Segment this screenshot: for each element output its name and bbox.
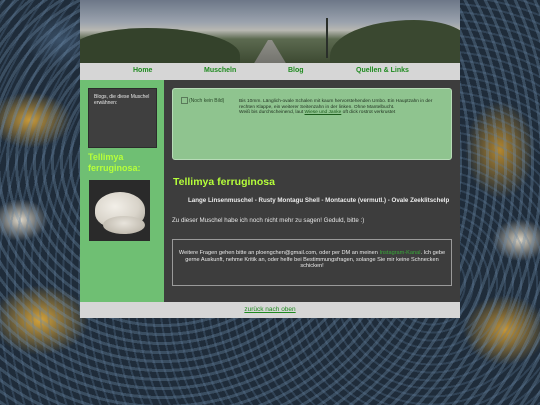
footer: zurück nach oben xyxy=(80,302,460,318)
banner-road xyxy=(250,40,290,63)
back-to-top-link[interactable]: zurück nach oben xyxy=(80,306,460,313)
banner-hill-right xyxy=(330,20,460,63)
broken-image-icon xyxy=(181,97,188,104)
nav-link-muscheln[interactable]: Muscheln xyxy=(204,67,236,74)
color-text-suffix: oft dick rostrot verkrustet xyxy=(341,110,396,116)
sidebar-species-title: Tellimya ferruginosa: xyxy=(88,152,141,173)
contact-text: Weitere Fragen gehen bitte an ploengchen… xyxy=(177,250,447,270)
blog-mentions-text: Blogs, die diese Muschel erwähnen: xyxy=(94,94,150,106)
description-text: Bis 10mm. Länglich-ovale Schalen mit kau… xyxy=(239,99,433,110)
header-banner-image xyxy=(80,0,460,63)
status-message: Zu dieser Muschel habe ich noch nicht me… xyxy=(172,217,365,224)
banner-hill-left xyxy=(80,28,240,63)
species-info-box: (Noch kein Bild) Bis 10mm. Länglich-oval… xyxy=(172,88,452,160)
wiese-janke-link[interactable]: Wiese und Janke xyxy=(305,110,342,115)
contact-text-part1: Weitere Fragen gehen bitte an ploengchen… xyxy=(178,250,380,256)
shell-lower xyxy=(103,216,145,234)
nav-link-blog[interactable]: Blog xyxy=(288,67,304,74)
page-container: Home Muscheln Blog Quellen & Links Blogs… xyxy=(80,0,460,318)
main-content: (Noch kein Bild) Bis 10mm. Länglich-oval… xyxy=(164,80,460,302)
main-navigation: Home Muscheln Blog Quellen & Links xyxy=(80,63,460,80)
species-heading: Tellimya ferruginosa xyxy=(173,176,275,188)
banner-pole xyxy=(326,18,328,58)
common-names: Lange Linsenmuschel - Rusty Montagu Shel… xyxy=(188,197,450,204)
nav-link-quellen[interactable]: Quellen & Links xyxy=(356,67,409,74)
species-description: Bis 10mm. Länglich-ovale Schalen mit kau… xyxy=(239,99,445,116)
color-text-prefix: Weiß bis durchscheinend, laut xyxy=(239,110,305,116)
instagram-link[interactable]: Instagram-Kanal xyxy=(379,250,420,256)
blog-mentions-box: Blogs, die diese Muschel erwähnen: xyxy=(88,88,157,148)
missing-image-placeholder: (Noch kein Bild) xyxy=(181,97,224,104)
sidebar: Blogs, die diese Muschel erwähnen: Telli… xyxy=(80,80,164,302)
shell-photo xyxy=(89,180,150,241)
missing-image-text: (Noch kein Bild) xyxy=(189,97,225,104)
contact-box: Weitere Fragen gehen bitte an ploengchen… xyxy=(172,239,452,286)
nav-link-home[interactable]: Home xyxy=(133,67,152,74)
